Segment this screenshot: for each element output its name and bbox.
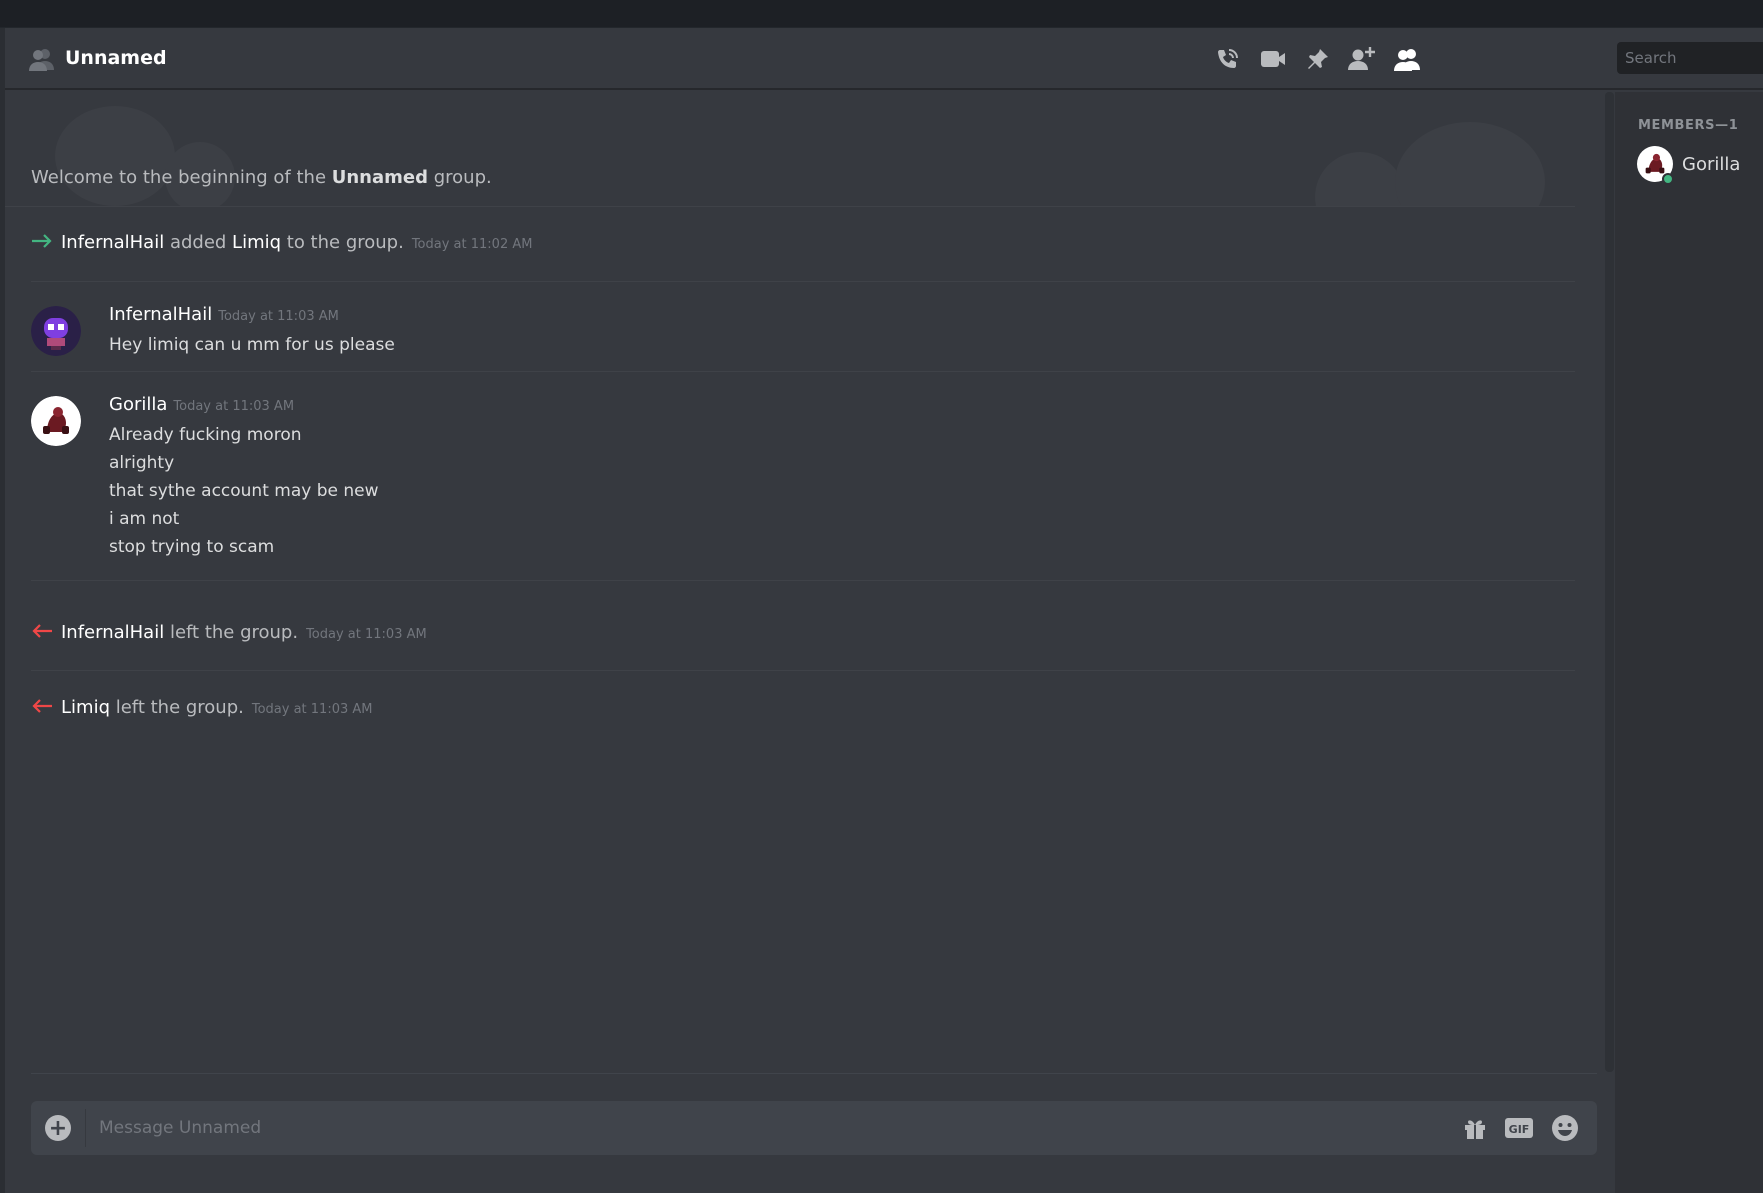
divider — [31, 281, 1575, 282]
composer-separator — [85, 1109, 86, 1147]
divider — [31, 580, 1575, 581]
message-text: alrighty — [109, 453, 175, 473]
page-title: Unnamed — [65, 47, 167, 69]
message-text: that sythe account may be new — [109, 481, 379, 501]
user-name-link[interactable]: InfernalHail — [61, 232, 164, 253]
message-text: Already fucking moron — [109, 425, 302, 445]
message-author-line: Gorilla Today at 11:03 AM — [109, 394, 294, 415]
system-message-added: InfernalHail added Limiq to the group. T… — [31, 232, 532, 253]
timestamp: Today at 11:03 AM — [173, 399, 295, 414]
add-attachment-icon[interactable]: + — [45, 1115, 71, 1141]
system-message-left: InfernalHail left the group. Today at 11… — [31, 622, 427, 643]
gif-icon[interactable]: GIF — [1503, 1114, 1535, 1142]
member-name: Gorilla — [1682, 154, 1741, 175]
svg-text:GIF: GIF — [1509, 1123, 1530, 1136]
scrollbar[interactable] — [1605, 92, 1614, 1072]
member-list-icon[interactable] — [1390, 44, 1424, 74]
start-video-call-icon[interactable] — [1256, 44, 1290, 74]
author-name[interactable]: Gorilla — [109, 394, 167, 415]
pinned-messages-icon[interactable] — [1301, 44, 1335, 74]
banner-decoration — [55, 106, 175, 206]
message-text: i am not — [109, 509, 180, 529]
user-name-link[interactable]: Limiq — [232, 232, 281, 253]
leave-arrow-icon — [31, 697, 53, 715]
timestamp: Today at 11:03 AM — [306, 627, 427, 642]
divider — [31, 670, 1575, 671]
author-name[interactable]: InfernalHail — [109, 304, 212, 325]
member-list: MEMBERS—1 Gorilla — [1615, 92, 1763, 1193]
message-composer: + GIF — [31, 1101, 1597, 1155]
user-name-link[interactable]: Limiq — [61, 697, 110, 718]
timestamp: Today at 11:03 AM — [218, 309, 339, 324]
banner-decoration — [1315, 152, 1405, 206]
welcome-banner: Welcome to the beginning of the Unnamed … — [5, 92, 1575, 207]
timestamp: Today at 11:03 AM — [251, 702, 373, 717]
leave-arrow-icon — [31, 622, 53, 640]
channel-header: Unnamed — [5, 28, 1763, 90]
divider — [31, 371, 1575, 372]
window-title-bar — [0, 0, 1763, 28]
gift-icon[interactable] — [1459, 1114, 1491, 1142]
message-input[interactable] — [99, 1101, 1429, 1155]
composer-divider — [31, 1073, 1597, 1074]
banner-decoration — [1395, 122, 1545, 206]
welcome-group-name: Unnamed — [331, 167, 428, 188]
system-message-left: Limiq left the group. Today at 11:03 AM — [31, 697, 373, 718]
avatar[interactable] — [31, 306, 81, 356]
start-voice-call-icon[interactable] — [1211, 44, 1245, 74]
timestamp: Today at 11:02 AM — [411, 237, 533, 252]
group-icon — [27, 46, 57, 72]
member-item[interactable]: Gorilla — [1637, 144, 1763, 186]
message-group: InfernalHail Today at 11:03 AM Hey limiq … — [31, 304, 1571, 366]
user-name-link[interactable]: InfernalHail — [61, 622, 164, 643]
message-text: Hey limiq can u mm for us please — [109, 335, 395, 355]
avatar[interactable] — [31, 396, 81, 446]
message-content: Already fucking moron alrighty that syth… — [109, 421, 379, 561]
message-content: Hey limiq can u mm for us please — [109, 331, 395, 359]
members-heading: MEMBERS—1 — [1638, 118, 1739, 133]
messages-area: Welcome to the beginning of the Unnamed … — [5, 92, 1610, 1193]
join-arrow-icon — [31, 232, 53, 250]
message-author-line: InfernalHail Today at 11:03 AM — [109, 304, 339, 325]
add-friends-to-dm-icon[interactable] — [1345, 44, 1379, 74]
message-group: Gorilla Today at 11:03 AM Already fucking… — [31, 394, 1571, 557]
online-status-icon — [1662, 173, 1674, 185]
avatar — [1637, 146, 1674, 185]
search-box[interactable] — [1617, 42, 1763, 74]
search-input[interactable] — [1617, 42, 1763, 74]
message-text: stop trying to scam — [109, 537, 275, 557]
emoji-icon[interactable] — [1549, 1114, 1581, 1142]
welcome-text: Welcome to the beginning of the Unnamed … — [31, 167, 492, 188]
